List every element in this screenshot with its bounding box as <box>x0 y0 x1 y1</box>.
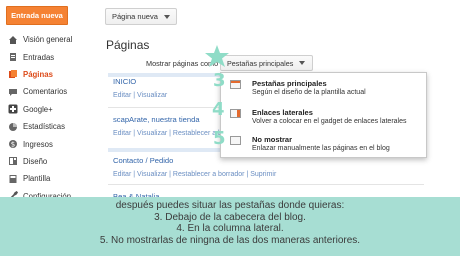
option-description: Según el diseño de la plantilla actual <box>252 89 366 96</box>
option-title: Enlaces laterales <box>252 108 313 117</box>
template-icon <box>8 174 18 184</box>
sidebar-item-posts[interactable]: Entradas <box>6 48 96 65</box>
layout-icon <box>8 156 18 166</box>
hidden-layout-icon <box>230 136 241 145</box>
annotation-number: 3 <box>213 70 226 91</box>
chevron-down-icon <box>163 14 170 19</box>
star-icon <box>205 45 229 67</box>
google-plus-icon <box>8 104 18 114</box>
page-title: Páginas <box>106 38 150 52</box>
caption-line: 4. En la columna lateral. <box>176 223 284 235</box>
sidebar-item-label: Google+ <box>23 104 53 114</box>
option-main-tabs[interactable]: Pestañas principales Según el diseño de … <box>221 76 426 102</box>
option-description: Volver a colocar en el gadget de enlaces… <box>252 118 407 125</box>
caption-line: 3. Debajo de la cabecera del blog. <box>154 211 306 223</box>
option-side-links[interactable]: Enlaces laterales Volver a colocar en el… <box>221 105 426 131</box>
chevron-down-icon <box>299 61 306 65</box>
sidebar-item-label: Comentarios <box>23 87 68 97</box>
tabs-layout-icon <box>230 80 241 89</box>
sidebar-item-earnings[interactable]: $ Ingresos <box>6 135 96 152</box>
page-actions[interactable]: Editar | Visualizar | Restablecer a borr… <box>113 171 433 178</box>
sidebar-item-label: Páginas <box>23 69 53 79</box>
new-page-label: Página nueva <box>112 12 158 21</box>
display-pages-select[interactable]: Pestañas principales <box>220 55 313 71</box>
option-description: Enlazar manualmente las páginas en el bl… <box>252 145 390 152</box>
sidebar-item-label: Plantilla <box>23 174 51 184</box>
money-icon: $ <box>8 139 18 149</box>
option-title: Pestañas principales <box>252 79 327 88</box>
sidebar-item-label: Estadísticas <box>23 122 66 132</box>
annotation-number: 4 <box>212 99 225 120</box>
caption-line: después puedes situar las pestañas donde… <box>115 200 345 211</box>
sidebar-item-label: Ingresos <box>23 139 53 149</box>
display-select-value: Pestañas principales <box>227 58 294 68</box>
new-page-button[interactable]: Página nueva <box>105 8 177 25</box>
page-row-contacto[interactable]: Contacto / Pedido Editar | Visualizar | … <box>113 156 433 186</box>
annotation-number: 5 <box>213 128 226 149</box>
sidebar-item-pages[interactable]: Páginas <box>6 66 96 83</box>
sidebar-item-template[interactable]: Plantilla <box>6 170 96 187</box>
caption-line: 5. No mostrarlas de ningna de las dos ma… <box>99 234 361 246</box>
pages-icon <box>8 69 18 79</box>
home-icon <box>8 35 18 45</box>
sidebar-item-label: Visión general <box>23 35 73 45</box>
list-divider <box>108 184 424 185</box>
sidebar-item-google-plus[interactable]: Google+ <box>6 101 96 118</box>
display-options-dropdown: Pestañas principales Según el diseño de … <box>220 72 427 158</box>
caption-banner: después puedes situar las pestañas donde… <box>0 197 460 256</box>
comment-icon <box>8 87 18 97</box>
sidebar-item-layout[interactable]: Diseño <box>6 153 96 170</box>
document-icon <box>8 52 18 62</box>
option-title: No mostrar <box>252 135 293 144</box>
new-post-button[interactable]: Entrada nueva <box>6 6 68 25</box>
stats-icon <box>8 122 18 132</box>
sidebar-item-label: Entradas <box>23 52 55 62</box>
option-hide[interactable]: No mostrar Enlazar manualmente las págin… <box>221 132 426 158</box>
sidebar-item-overview[interactable]: Visión general <box>6 31 96 48</box>
sidebar-item-label: Diseño <box>23 156 48 166</box>
sidebar-item-stats[interactable]: Estadísticas <box>6 118 96 135</box>
svg-text:$: $ <box>11 141 15 149</box>
sidebar-layout-icon <box>230 109 241 118</box>
sidebar-item-comments[interactable]: Comentarios <box>6 83 96 100</box>
sidebar: Visión general Entradas Páginas Comentar… <box>6 31 96 205</box>
